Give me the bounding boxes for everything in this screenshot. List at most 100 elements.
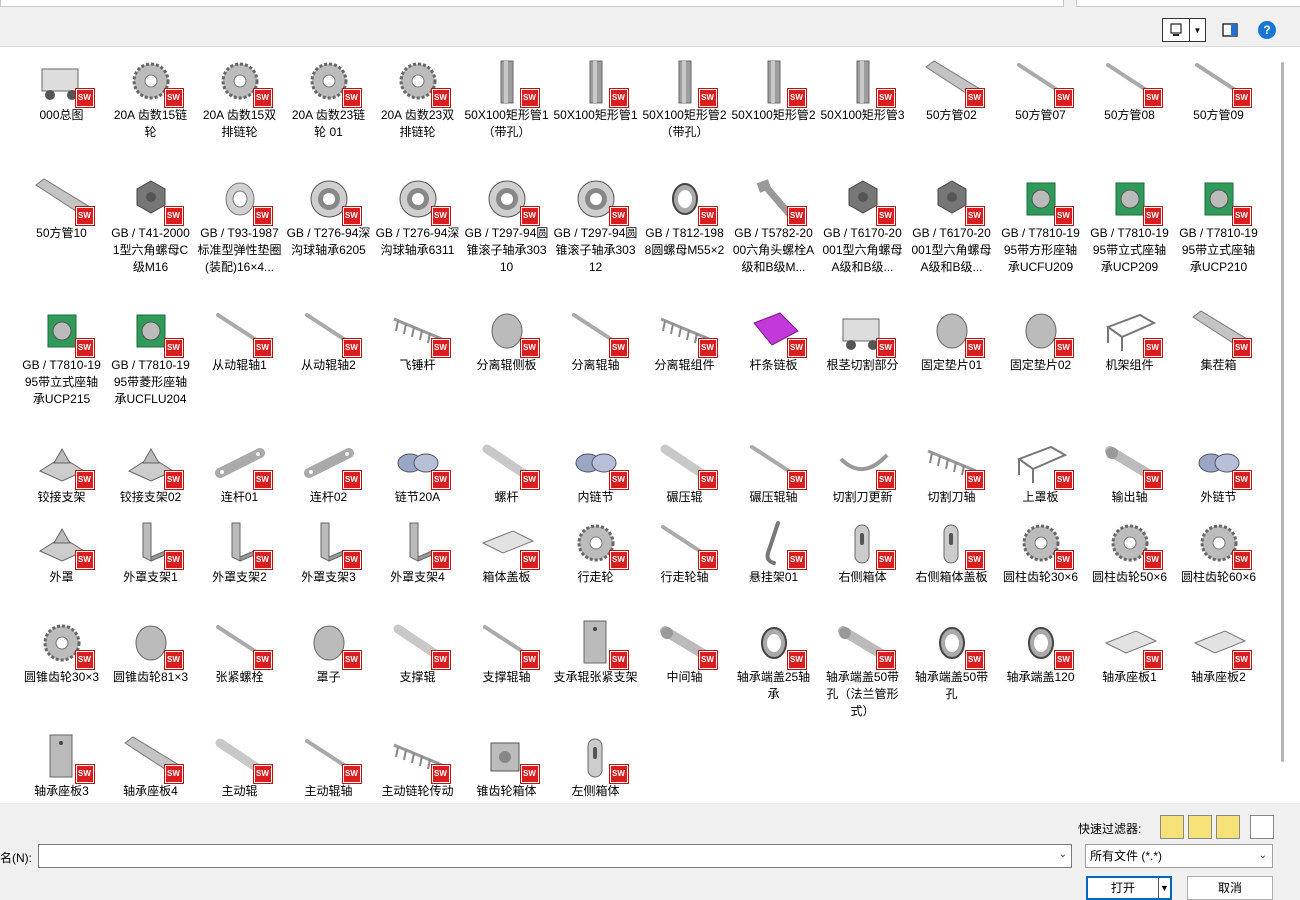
file-item[interactable]: SW GB / T812-1988圆螺母M55×2 bbox=[640, 173, 729, 259]
file-item[interactable]: SW 50X100矩形管2 bbox=[729, 55, 818, 124]
file-item[interactable]: SW 链节20A bbox=[373, 437, 462, 506]
file-item[interactable]: SW GB / T7810-1995带立式座轴承UCP210 bbox=[1174, 173, 1263, 276]
file-item[interactable]: SW 分离辊轴 bbox=[551, 305, 640, 374]
chevron-down-icon[interactable]: ▼ bbox=[1190, 19, 1205, 41]
filter-assemblies-icon[interactable] bbox=[1188, 815, 1212, 839]
file-item[interactable]: SW 从动辊轴1 bbox=[195, 305, 284, 374]
view-mode-button[interactable]: ▼ bbox=[1162, 18, 1206, 42]
file-item[interactable]: SW 固定垫片02 bbox=[996, 305, 1085, 374]
file-item[interactable]: SW 轴承端盖25轴承 bbox=[729, 617, 818, 703]
view-icon[interactable] bbox=[1163, 19, 1190, 41]
file-item[interactable]: SW 外罩支架3 bbox=[284, 517, 373, 586]
file-item[interactable]: SW 外罩 bbox=[17, 517, 106, 586]
file-item[interactable]: SW 20A 齿数15双排链轮 bbox=[195, 55, 284, 141]
file-item[interactable]: SW GB / T41-20001型六角螺母C级M16 bbox=[106, 173, 195, 276]
file-item[interactable]: SW GB / T297-94圆锥滚子轴承30310 bbox=[462, 173, 551, 276]
chevron-down-icon[interactable]: ▼ bbox=[1158, 878, 1170, 898]
file-item[interactable]: SW 罩子 bbox=[284, 617, 373, 686]
file-item[interactable]: SW GB / T276-94深沟球轴承6205 bbox=[284, 173, 373, 259]
file-item[interactable]: SW 左侧箱体 bbox=[551, 731, 640, 800]
file-item[interactable]: SW GB / T6170-20001型六角螺母A级和B级... bbox=[818, 173, 907, 276]
file-item[interactable]: SW 轴承座板2 bbox=[1174, 617, 1263, 686]
file-item[interactable]: SW 50X100矩形管3 bbox=[818, 55, 907, 124]
file-item[interactable]: SW 根茎切割部分 bbox=[818, 305, 907, 374]
file-item[interactable]: SW 圆柱齿轮60×6 bbox=[1174, 517, 1263, 586]
file-item[interactable]: SW 外罩支架4 bbox=[373, 517, 462, 586]
file-item[interactable]: SW 轴承座板4 bbox=[106, 731, 195, 800]
file-item[interactable]: SW 锥齿轮箱体 bbox=[462, 731, 551, 800]
file-item[interactable]: SW 主动辊轴 bbox=[284, 731, 373, 800]
chevron-down-icon[interactable]: ⌄ bbox=[1259, 845, 1267, 867]
file-item[interactable]: SW 50方管02 bbox=[907, 55, 996, 124]
file-item[interactable]: SW 轴承端盖120 bbox=[996, 617, 1085, 686]
file-item[interactable]: SW 20A 齿数23链轮 01 bbox=[284, 55, 373, 141]
file-item[interactable]: SW GB / T297-94圆锥滚子轴承30312 bbox=[551, 173, 640, 276]
file-item[interactable]: SW 铰接支架 bbox=[17, 437, 106, 506]
file-item[interactable]: SW 50X100矩形管2（带孔） bbox=[640, 55, 729, 141]
file-item[interactable]: SW 从动辊轴2 bbox=[284, 305, 373, 374]
file-item[interactable]: SW 连杆01 bbox=[195, 437, 284, 506]
file-item[interactable]: SW 分离辊侧板 bbox=[462, 305, 551, 374]
file-item[interactable]: SW 外罩支架2 bbox=[195, 517, 284, 586]
preview-pane-icon[interactable] bbox=[1222, 22, 1238, 38]
file-item[interactable]: SW 圆锥齿轮81×3 bbox=[106, 617, 195, 686]
file-item[interactable]: SW 集茬箱 bbox=[1174, 305, 1263, 374]
file-item[interactable]: SW GB / T7810-1995带方形座轴承UCFU209 bbox=[996, 173, 1085, 276]
file-item[interactable]: SW 50方管07 bbox=[996, 55, 1085, 124]
file-item[interactable]: SW 螺杆 bbox=[462, 437, 551, 506]
file-item[interactable]: SW 圆柱齿轮50×6 bbox=[1085, 517, 1174, 586]
file-item[interactable]: SW 悬挂架01 bbox=[729, 517, 818, 586]
file-item[interactable]: SW 行走轮 bbox=[551, 517, 640, 586]
file-item[interactable]: SW 飞锤杆 bbox=[373, 305, 462, 374]
file-item[interactable]: SW 圆柱齿轮30×6 bbox=[996, 517, 1085, 586]
filter-top-level-icon[interactable] bbox=[1250, 815, 1274, 839]
file-item[interactable]: SW 箱体盖板 bbox=[462, 517, 551, 586]
file-item[interactable]: SW 输出轴 bbox=[1085, 437, 1174, 506]
file-item[interactable]: SW GB / T6170-20001型六角螺母A级和B级... bbox=[907, 173, 996, 276]
file-item[interactable]: SW 轴承座板1 bbox=[1085, 617, 1174, 686]
file-item[interactable]: SW 碾压辊轴 bbox=[729, 437, 818, 506]
cancel-button[interactable]: 取消 bbox=[1187, 876, 1273, 900]
file-item[interactable]: SW 中间轴 bbox=[640, 617, 729, 686]
file-item[interactable]: SW 右侧箱体 bbox=[818, 517, 907, 586]
file-item[interactable]: SW 支撑辊轴 bbox=[462, 617, 551, 686]
filter-parts-icon[interactable] bbox=[1160, 815, 1184, 839]
file-item[interactable]: SW 分离辊组件 bbox=[640, 305, 729, 374]
file-item[interactable]: SW 50X100矩形管1（带孔） bbox=[462, 55, 551, 141]
file-item[interactable]: SW GB / T93-1987标准型弹性垫圈(装配)16×4... bbox=[195, 173, 284, 276]
file-item[interactable]: SW 轴承座板3 bbox=[17, 731, 106, 800]
scrollbar-thumb[interactable] bbox=[1281, 62, 1284, 762]
file-item[interactable]: SW 主动链轮传动 bbox=[373, 731, 462, 800]
file-item[interactable]: SW 右侧箱体盖板 bbox=[907, 517, 996, 586]
file-item[interactable]: SW 轴承端盖50带孔 bbox=[907, 617, 996, 703]
file-item[interactable]: SW 碾压辊 bbox=[640, 437, 729, 506]
file-item[interactable]: SW 张紧螺栓 bbox=[195, 617, 284, 686]
filter-drawings-icon[interactable] bbox=[1216, 815, 1240, 839]
file-item[interactable]: SW 轴承端盖50带孔（法兰管形式） bbox=[818, 617, 907, 720]
file-item[interactable]: SW 50X100矩形管1 bbox=[551, 55, 640, 124]
file-item[interactable]: SW 20A 齿数23双排链轮 bbox=[373, 55, 462, 141]
file-item[interactable]: SW 上罩板 bbox=[996, 437, 1085, 506]
vertical-scrollbar[interactable] bbox=[1276, 47, 1300, 803]
file-item[interactable]: SW 外罩支架1 bbox=[106, 517, 195, 586]
file-item[interactable]: SW 50方管09 bbox=[1174, 55, 1263, 124]
help-icon[interactable]: ? bbox=[1258, 21, 1276, 39]
search-field[interactable] bbox=[1076, 0, 1300, 7]
file-type-select[interactable]: 所有文件 (*.*) ⌄ bbox=[1085, 844, 1273, 868]
file-item[interactable]: SW GB / T276-94深沟球轴承6311 bbox=[373, 173, 462, 259]
path-field[interactable] bbox=[0, 0, 1064, 7]
file-item[interactable]: SW 机架组件 bbox=[1085, 305, 1174, 374]
chevron-down-icon[interactable]: ⌄ bbox=[1059, 849, 1067, 860]
file-item[interactable]: SW GB / T7810-1995带菱形座轴承UCFLU204 bbox=[106, 305, 195, 408]
file-item[interactable]: SW 20A 齿数15链轮 bbox=[106, 55, 195, 141]
file-item[interactable]: SW 50方管10 bbox=[17, 173, 106, 242]
file-item[interactable]: SW GB / T5782-2000六角头螺栓A级和B级M... bbox=[729, 173, 818, 276]
file-item[interactable]: SW 连杆02 bbox=[284, 437, 373, 506]
file-item[interactable]: SW GB / T7810-1995带立式座轴承UCP209 bbox=[1085, 173, 1174, 276]
file-item[interactable]: SW 外链节 bbox=[1174, 437, 1263, 506]
open-button[interactable]: 打开 ▼ bbox=[1086, 876, 1172, 900]
file-name-input[interactable]: ⌄ bbox=[38, 844, 1072, 868]
file-item[interactable]: SW 50方管08 bbox=[1085, 55, 1174, 124]
file-item[interactable]: SW 圆锥齿轮30×3 bbox=[17, 617, 106, 686]
file-item[interactable]: SW GB / T7810-1995带立式座轴承UCP215 bbox=[17, 305, 106, 408]
